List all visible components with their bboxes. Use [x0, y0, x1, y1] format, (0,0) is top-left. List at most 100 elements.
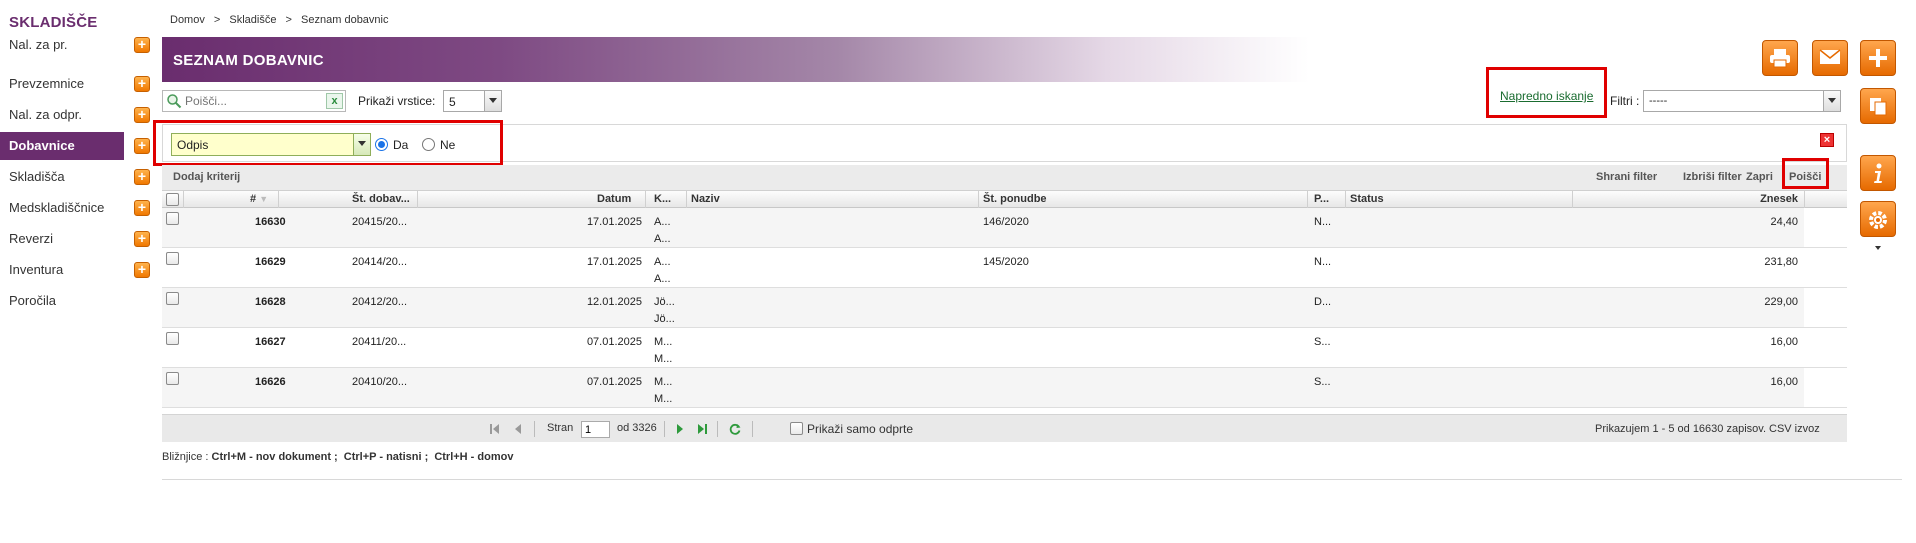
copy-button[interactable]: [1860, 88, 1896, 124]
col-name[interactable]: Naziv: [691, 193, 720, 205]
criteria-field-select[interactable]: Odpis: [171, 133, 371, 156]
cell-p: S...: [1314, 376, 1331, 388]
add-reverzi-icon[interactable]: +: [134, 231, 150, 247]
add-prevzemnice-icon[interactable]: +: [134, 76, 150, 92]
sidebar-item-prevzemnice[interactable]: Prevzemnice: [0, 70, 124, 98]
sidebar-item-porocila[interactable]: Poročila: [0, 287, 124, 315]
add-nal-za-odpr-icon[interactable]: +: [134, 107, 150, 123]
cell-doc-no: 20414/20...: [352, 256, 408, 268]
breadcrumb-skladisce[interactable]: Skladišče: [229, 14, 276, 26]
close-criteria-icon[interactable]: ×: [1820, 133, 1834, 147]
add-criteria-button[interactable]: Dodaj kriterij: [173, 171, 240, 183]
sidebar-item-medskladiscnice[interactable]: Medskladiščnice: [0, 194, 124, 222]
sidebar-item-inventura[interactable]: Inventura: [0, 256, 124, 284]
cell-date: 17.01.2025: [586, 216, 642, 228]
cell-amount: 231,80: [1764, 256, 1798, 268]
page-header: SEZNAM DOBAVNIC: [162, 37, 1512, 82]
page-title: SEZNAM DOBAVNIC: [173, 52, 324, 69]
col-date[interactable]: Datum: [597, 193, 631, 205]
sidebar-item-nal-za-pr[interactable]: Nal. za pr.: [0, 31, 124, 59]
page-input[interactable]: [581, 421, 610, 438]
chevron-down-icon: [484, 91, 501, 111]
col-k[interactable]: K...: [654, 193, 671, 205]
table-body: 16630 20415/20... 17.01.2025 A... A... 1…: [162, 208, 1847, 408]
only-open-checkbox[interactable]: [790, 422, 803, 435]
cell-doc-no: 20412/20...: [352, 296, 408, 308]
cell-k-secondary: A...: [654, 273, 671, 285]
cell-date: 07.01.2025: [586, 376, 642, 388]
last-page-icon[interactable]: [695, 422, 709, 436]
gear-icon: [1869, 211, 1887, 229]
prev-page-icon[interactable]: [511, 422, 525, 436]
row-checkbox[interactable]: [166, 292, 179, 305]
col-status[interactable]: Status: [1350, 193, 1384, 205]
radio-ne[interactable]: [422, 138, 435, 151]
advanced-search-link[interactable]: Napredno iskanje: [1500, 89, 1593, 103]
row-checkbox[interactable]: [166, 212, 179, 225]
table-header: # ▼ Št. dobav... Datum K... Naziv Št. po…: [162, 191, 1847, 208]
cell-num: 16628: [255, 296, 286, 308]
plus-icon: [1869, 49, 1887, 67]
cell-num: 16630: [255, 216, 286, 228]
cell-offer-no: 146/2020: [983, 216, 1029, 228]
cell-p: S...: [1314, 336, 1331, 348]
select-all-checkbox[interactable]: [166, 193, 179, 206]
filter-toolbar: Dodaj kriterij Shrani filter Izbriši fil…: [162, 165, 1847, 191]
breadcrumb-current: Seznam dobavnic: [301, 14, 389, 26]
pager: Stran od 3326 Prikaži samo odprte Prikaz…: [162, 414, 1847, 442]
radio-da[interactable]: [375, 138, 388, 151]
sidebar-item-dobavnice[interactable]: Dobavnice: [0, 132, 124, 160]
csv-export-button[interactable]: CSV izvoz: [1769, 423, 1820, 435]
settings-dropdown-toggle[interactable]: [1868, 241, 1888, 255]
add-medskladiscnice-icon[interactable]: +: [134, 200, 150, 216]
rows-per-page-label: Prikaži vrstice:: [358, 94, 436, 108]
col-offer-no[interactable]: Št. ponudbe: [983, 193, 1047, 205]
col-p[interactable]: P...: [1314, 193, 1329, 205]
only-open-label: Prikaži samo odprte: [807, 422, 914, 436]
next-page-icon[interactable]: [673, 422, 687, 436]
save-filter-button[interactable]: Shrani filter: [1596, 171, 1657, 183]
col-num[interactable]: # ▼: [250, 193, 268, 205]
row-checkbox[interactable]: [166, 372, 179, 385]
rows-per-page-select[interactable]: 5: [443, 90, 502, 112]
refresh-icon[interactable]: [728, 422, 742, 436]
sidebar-item-skladisca[interactable]: Skladišča: [0, 163, 124, 191]
info-button[interactable]: [1860, 155, 1896, 191]
first-page-icon[interactable]: [488, 422, 502, 436]
breadcrumb-separator: >: [285, 14, 292, 26]
clear-search-icon[interactable]: x: [326, 93, 343, 109]
add-dobavnice-icon[interactable]: +: [134, 138, 150, 154]
add-nal-za-pr-icon[interactable]: +: [134, 37, 150, 53]
filters-select[interactable]: -----: [1643, 90, 1841, 112]
chevron-down-icon: [353, 134, 370, 155]
add-skladisca-icon[interactable]: +: [134, 169, 150, 185]
row-checkbox[interactable]: [166, 332, 179, 345]
sidebar-item-nal-za-odpr[interactable]: Nal. za odpr.: [0, 101, 124, 129]
add-inventura-icon[interactable]: +: [134, 262, 150, 278]
col-doc-no[interactable]: Št. dobav...: [352, 193, 410, 205]
table-row[interactable]: 16627 20411/20... 07.01.2025 M... M... S…: [162, 328, 1847, 368]
delete-filter-button[interactable]: Izbriši filter: [1683, 171, 1742, 183]
settings-button[interactable]: [1860, 201, 1896, 237]
shortcut-new: Ctrl+M - nov dokument ;: [211, 451, 338, 463]
filters-value: -----: [1649, 95, 1668, 107]
search-input[interactable]: [185, 93, 320, 109]
cell-date: 12.01.2025: [586, 296, 642, 308]
email-button[interactable]: [1812, 40, 1848, 76]
cell-doc-no: 20411/20...: [352, 336, 407, 348]
table-row[interactable]: 16628 20412/20... 12.01.2025 Jö... Jö...…: [162, 288, 1847, 328]
add-document-button[interactable]: [1860, 40, 1896, 76]
row-checkbox[interactable]: [166, 252, 179, 265]
table-row[interactable]: 16629 20414/20... 17.01.2025 A... A... 1…: [162, 248, 1847, 288]
close-button[interactable]: Zapri: [1746, 171, 1773, 183]
sidebar-item-reverzi[interactable]: Reverzi: [0, 225, 124, 253]
print-button[interactable]: [1762, 40, 1798, 76]
table-row[interactable]: 16630 20415/20... 17.01.2025 A... A... 1…: [162, 208, 1847, 248]
breadcrumb-home[interactable]: Domov: [170, 14, 205, 26]
search-button-highlight: [1782, 158, 1829, 189]
table-row[interactable]: 16626 20410/20... 07.01.2025 M... M... S…: [162, 368, 1847, 408]
cell-amount: 16,00: [1770, 336, 1798, 348]
col-amount[interactable]: Znesek: [1702, 193, 1798, 205]
breadcrumb-separator: >: [213, 14, 221, 26]
cell-doc-no: 20410/20...: [352, 376, 408, 388]
